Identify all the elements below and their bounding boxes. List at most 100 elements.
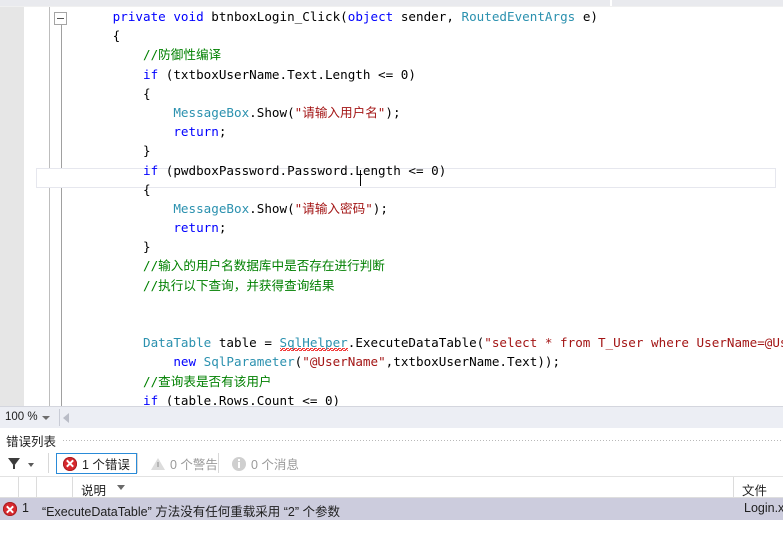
code-token: //防御性编译 [143, 47, 222, 63]
errors-filter-button[interactable]: 1 个错误 [56, 453, 137, 474]
warnings-filter-label: 0 个警告 [170, 458, 218, 472]
titlebar-dotted-rule [62, 439, 783, 442]
code-line[interactable]: //输入的用户名数据库中是否存在进行判断 [52, 256, 783, 275]
funnel-icon-stem [13, 465, 15, 469]
chevron-down-icon[interactable] [28, 463, 34, 467]
code-text[interactable]: private void btnboxLogin_Click(object se… [52, 7, 783, 406]
code-token: RoutedEventArgs [461, 9, 576, 24]
error-row-file: Login.xa [744, 501, 783, 515]
code-line[interactable]: return; [52, 122, 783, 141]
code-token: } [52, 143, 151, 159]
filter-button[interactable] [8, 455, 42, 473]
messages-filter-button[interactable]: 0 个消息 [226, 453, 305, 474]
warnings-filter-button[interactable]: 0 个警告 [145, 453, 224, 474]
code-token: ,txtboxUserName.Text)); [385, 354, 561, 370]
code-line[interactable]: if (pwdboxPassword.Password.Length <= 0) [52, 161, 783, 180]
error-list-header: 说明 文件 [0, 477, 783, 498]
column-header-file-label: 文件 [742, 484, 768, 498]
code-line[interactable]: { [52, 84, 783, 103]
code-line[interactable]: if (table.Rows.Count <= 0) [52, 391, 783, 406]
code-token: e) [575, 9, 598, 24]
zoom-level-value: 100 % [5, 411, 38, 423]
messages-filter-label: 0 个消息 [251, 458, 299, 472]
code-editor[interactable]: private void btnboxLogin_Click(object se… [0, 7, 783, 406]
visual-studio-window: private void btnboxLogin_Click(object se… [0, 0, 783, 538]
code-token: //执行以下查询，并获得查询结果 [143, 277, 335, 293]
code-token: sender, [393, 9, 462, 24]
code-token: DataTable [143, 335, 212, 351]
code-line[interactable]: //查询表是否有该用户 [52, 372, 783, 391]
outlining-margin[interactable] [24, 7, 67, 406]
code-token: object [347, 9, 394, 24]
code-line[interactable]: if (txtboxUserName.Text.Length <= 0) [52, 65, 783, 84]
error-list-titlebar: 错误列表 [0, 428, 783, 450]
code-token: .Show( [249, 104, 295, 120]
code-line[interactable]: //防御性编译 [52, 45, 783, 64]
code-token: "请输入密码" [294, 200, 373, 216]
sort-descending-icon [117, 485, 125, 490]
info-icon [232, 456, 246, 471]
code-token: ; [218, 220, 227, 236]
code-token: if [143, 66, 159, 82]
selection-margin[interactable] [0, 7, 24, 406]
table-row[interactable]: 1 “ExecuteDataTable” 方法没有任何重载采用 “2” 个参数 … [0, 498, 783, 520]
code-line[interactable]: MessageBox.Show("请输入用户名"); [52, 103, 783, 122]
code-token: { [52, 181, 151, 197]
column-header-icon[interactable] [18, 477, 36, 497]
code-token: //输入的用户名数据库中是否存在进行判断 [143, 258, 385, 274]
error-list-title: 错误列表 [6, 435, 57, 449]
code-line[interactable]: MessageBox.Show("请输入密码"); [52, 199, 783, 218]
error-list-empty-area [0, 520, 783, 538]
code-line[interactable]: } [52, 237, 783, 256]
zoom-level-combobox[interactable]: 100 % [0, 407, 58, 428]
code-line[interactable]: //执行以下查询，并获得查询结果 [52, 276, 783, 295]
code-token: return [173, 220, 219, 236]
indent-guide-line [49, 7, 50, 406]
error-row-description: “ExecuteDataTable” 方法没有任何重载采用 “2” 个参数 [42, 505, 340, 519]
toolbar-separator [218, 453, 219, 473]
code-token: "请输入用户名" [294, 104, 386, 120]
code-token: if [143, 392, 159, 406]
code-line[interactable] [52, 295, 783, 314]
code-line[interactable]: } [52, 141, 783, 160]
toolbar-separator [137, 453, 138, 473]
code-line[interactable]: { [52, 180, 783, 199]
code-line[interactable] [52, 314, 783, 333]
code-token: (pwdboxPassword.Password.Length <= 0) [158, 162, 447, 178]
column-header-file[interactable]: 文件 [733, 477, 783, 498]
column-header-number[interactable] [36, 477, 72, 497]
code-token: if [143, 162, 159, 178]
code-line[interactable]: DataTable table = SqlHelper.ExecuteDataT… [52, 333, 783, 352]
code-token: //查询表是否有该用户 [143, 373, 272, 389]
code-line[interactable]: new SqlParameter("@UserName",txtboxUserN… [52, 352, 783, 371]
code-token: { [52, 28, 121, 44]
code-line[interactable]: private void btnboxLogin_Click(object se… [52, 7, 783, 26]
code-token: ); [372, 200, 388, 216]
code-token: "@UserName" [302, 354, 386, 370]
error-list-panel: 错误列表 1 个错误 0 个警告 0 个消息 说明 文件 1 “ExecuteD… [0, 428, 783, 538]
code-token: SqlParameter [203, 354, 295, 370]
scrollbar-thumb-left[interactable] [0, 0, 610, 6]
code-line[interactable]: return; [52, 218, 783, 237]
code-token: MessageBox [173, 104, 250, 120]
code-line[interactable]: { [52, 26, 783, 45]
code-token: table = [211, 335, 280, 351]
code-token: btnboxLogin_Click( [203, 9, 348, 24]
code-token: void [173, 9, 204, 24]
errors-filter-label: 1 个错误 [82, 458, 130, 472]
column-header-description-label: 说明 [81, 484, 107, 498]
code-token: private [112, 9, 166, 24]
scroll-left-arrow-icon[interactable] [63, 413, 69, 423]
scrollbar-thumb-right[interactable] [612, 0, 783, 6]
chevron-down-icon[interactable] [42, 416, 50, 420]
code-token: .Show( [249, 200, 295, 216]
column-header-description[interactable]: 说明 [72, 477, 733, 498]
error-icon [3, 502, 17, 516]
